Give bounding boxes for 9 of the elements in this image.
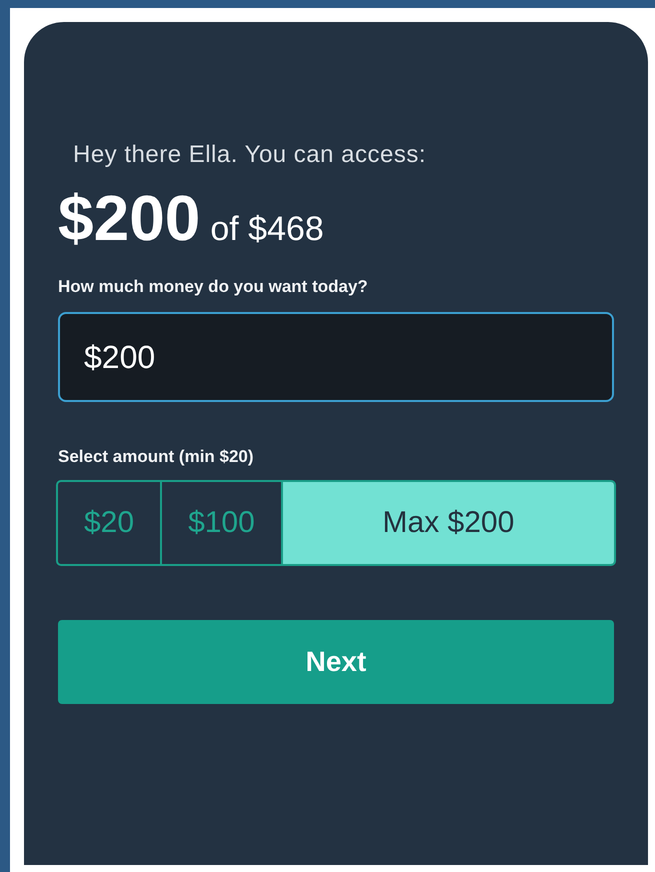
total-amount: of $468: [210, 210, 324, 249]
available-amount: $200: [58, 182, 200, 254]
next-button[interactable]: Next: [58, 620, 614, 704]
select-label: Select amount (min $20): [58, 446, 255, 468]
amount-field[interactable]: $200: [58, 312, 614, 402]
field-label: How much money do you want today?: [58, 276, 369, 298]
greeting-text: Hey there Ella. You can access:: [73, 140, 428, 170]
amount-option[interactable]: Max $200: [282, 482, 614, 564]
amount-option[interactable]: $20: [58, 482, 162, 564]
